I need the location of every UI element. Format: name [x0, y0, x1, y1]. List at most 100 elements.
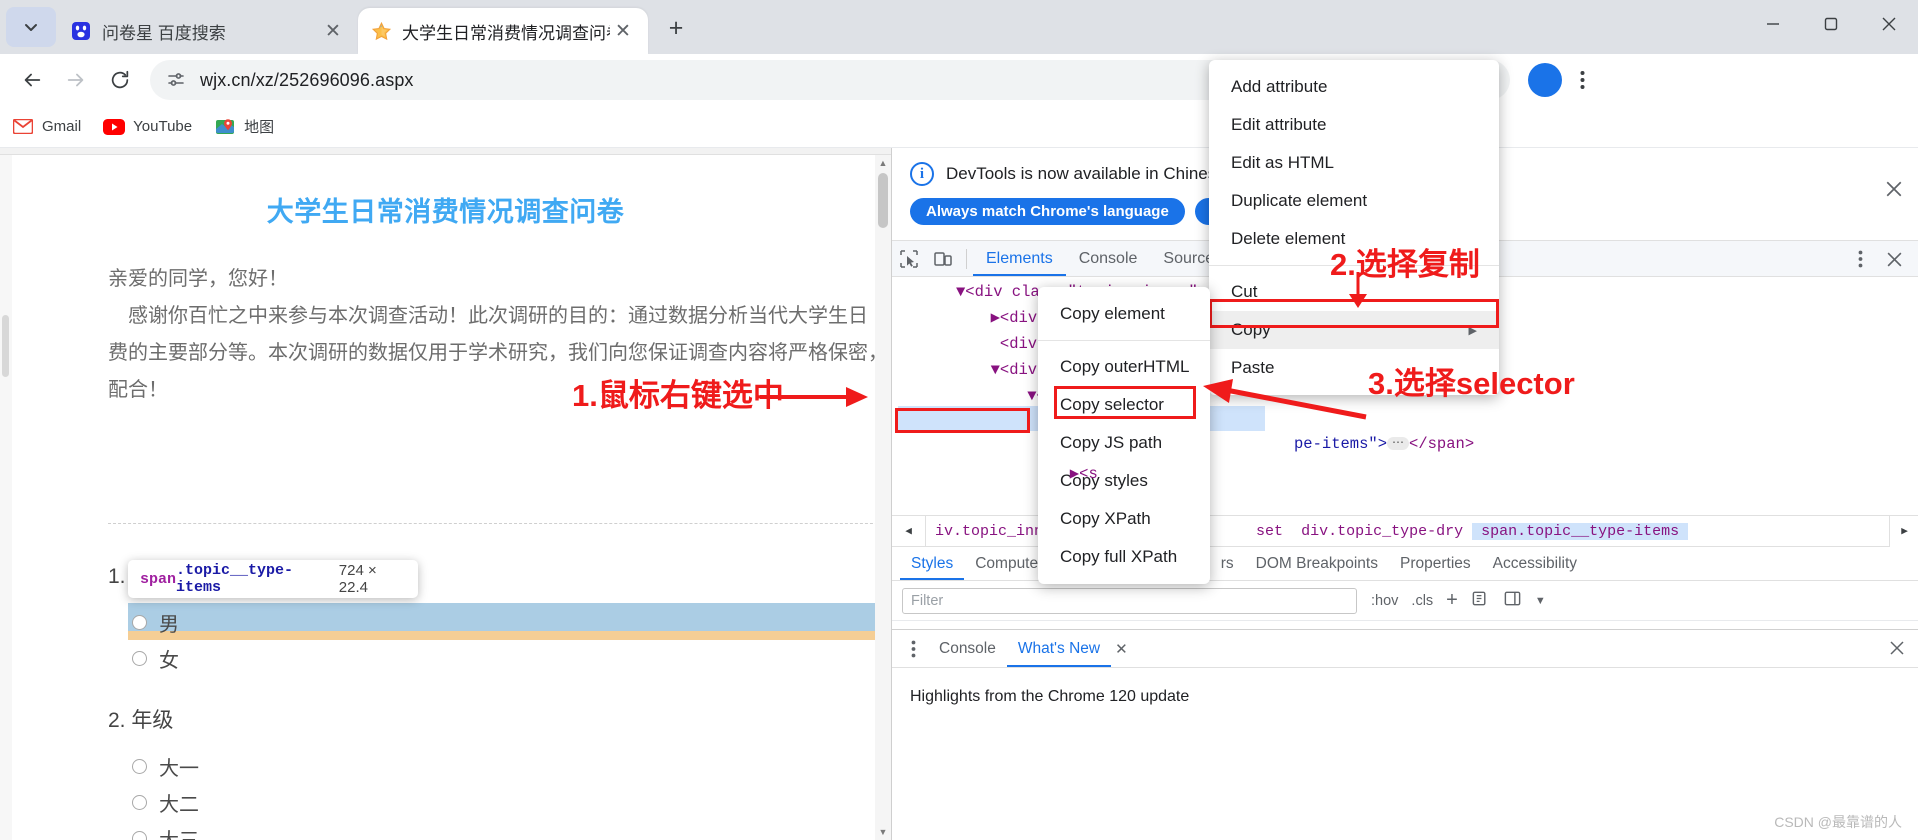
close-window-button[interactable]	[1860, 0, 1918, 48]
q2-option-2[interactable]: 大二	[132, 788, 199, 817]
q2-option-3[interactable]: 大三	[132, 824, 199, 840]
question-label: 年级	[131, 709, 174, 732]
breadcrumb-scroll-left[interactable]: ◀	[892, 515, 926, 547]
menu-item-edit-attribute[interactable]: Edit attribute	[1209, 106, 1499, 144]
bookmark-youtube[interactable]: YouTube	[103, 116, 192, 138]
always-match-language-button[interactable]: Always match Chrome's language	[910, 198, 1185, 225]
bookmark-label: Gmail	[42, 118, 82, 135]
star-icon	[370, 20, 392, 42]
kebab-menu-icon[interactable]	[1562, 60, 1602, 100]
inspector-tooltip: span .topic__type-items 724 × 22.4	[128, 560, 418, 598]
tab-properties[interactable]: Properties	[1389, 547, 1482, 580]
banner-close-icon[interactable]	[1885, 180, 1903, 204]
tab-console[interactable]: Console	[1066, 241, 1151, 276]
q1-option-male[interactable]: 男	[132, 608, 179, 637]
toggle-sidebar-icon[interactable]	[1503, 589, 1522, 612]
more-options-icon[interactable]	[1843, 242, 1877, 276]
breadcrumb-item[interactable]: set	[1247, 523, 1292, 540]
option-label: 大二	[159, 794, 199, 816]
menu-item-add-attribute[interactable]: Add attribute	[1209, 68, 1499, 106]
option-label: 大一	[159, 758, 199, 780]
radio-icon[interactable]	[132, 795, 147, 810]
close-icon[interactable]: ✕	[320, 18, 346, 44]
breadcrumb-scroll-right[interactable]: ▶	[1889, 515, 1918, 547]
annotation-step-3: 3.选择selector	[1368, 366, 1575, 401]
radio-icon[interactable]	[132, 651, 147, 666]
window-controls	[1744, 0, 1918, 48]
menu-item-copy-element[interactable]: Copy element	[1038, 295, 1210, 333]
browser-tab-1[interactable]: 问卷星 百度搜索 ✕	[58, 8, 358, 54]
menu-item-copy-xpath[interactable]: Copy XPath	[1038, 500, 1210, 538]
menu-item-copy-full-xpath[interactable]: Copy full XPath	[1038, 538, 1210, 576]
bookmark-maps[interactable]: 地图	[214, 116, 274, 138]
inspector-tag: span	[140, 570, 177, 588]
drawer-tab-whats-new[interactable]: What's New	[1006, 630, 1112, 667]
styles-scroll-down-icon[interactable]: ▼	[1535, 595, 1546, 607]
new-tab-button[interactable]: +	[658, 10, 694, 46]
scroll-up-arrow[interactable]: ▲	[875, 155, 891, 171]
forward-button[interactable]	[54, 58, 98, 102]
breadcrumb-item[interactable]: div.topic_type-dry	[1292, 523, 1472, 540]
option-label: 大三	[159, 824, 199, 840]
scroll-down-arrow[interactable]: ▼	[875, 824, 891, 840]
tab-layers[interactable]: rs	[1210, 547, 1245, 580]
bookmarks-bar: Gmail YouTube 地图	[0, 106, 1918, 148]
divider	[966, 248, 967, 269]
question-number: 1.	[108, 565, 126, 588]
page-scrollbar[interactable]: ▲ ▼	[875, 155, 891, 840]
annotation-arrow-3	[1203, 379, 1367, 420]
drawer-tab-console[interactable]: Console	[928, 630, 1007, 667]
devtools-element-highlight	[128, 603, 891, 631]
expand-ellipsis-icon[interactable]: ⋯	[1387, 437, 1410, 451]
annotation-box-dom-row	[895, 408, 1030, 433]
reload-button[interactable]	[98, 58, 142, 102]
context-menu-copy-submenu[interactable]: Copy element Copy outerHTML Copy selecto…	[1038, 287, 1210, 584]
bookmark-gmail[interactable]: Gmail	[12, 116, 81, 138]
browser-tab-2[interactable]: 大学生日常消费情况调查问卷 [ ✕	[358, 8, 648, 54]
menu-separator	[1038, 340, 1210, 341]
drawer-more-options-icon[interactable]	[898, 634, 928, 664]
radio-icon[interactable]	[132, 615, 147, 630]
back-button[interactable]	[10, 58, 54, 102]
menu-item-duplicate-element[interactable]: Duplicate element	[1209, 182, 1499, 220]
devtools-margin-highlight	[128, 631, 891, 640]
radio-icon[interactable]	[132, 831, 147, 840]
maximize-button[interactable]	[1802, 0, 1860, 48]
q1-option-female[interactable]: 女	[132, 644, 179, 673]
avatar[interactable]	[1528, 63, 1562, 97]
annotation-step-1: 1.鼠标右键选中	[572, 378, 784, 413]
radio-icon[interactable]	[132, 759, 147, 774]
filter-input[interactable]: Filter	[902, 587, 1357, 614]
new-style-rule-plus-icon[interactable]: +	[1446, 589, 1458, 612]
inspect-element-icon[interactable]	[892, 242, 926, 276]
minimize-button[interactable]	[1744, 0, 1802, 48]
copy-styles-icon[interactable]	[1471, 589, 1490, 612]
annotation-box-copy-selector	[1054, 386, 1196, 419]
close-icon[interactable]: ✕	[610, 18, 636, 44]
menu-item-copy-js-path[interactable]: Copy JS path	[1038, 424, 1210, 462]
drawer-body-text: Highlights from the Chrome 120 update	[910, 688, 1190, 705]
tab-elements[interactable]: Elements	[973, 241, 1066, 276]
tab-styles[interactable]: Styles	[900, 547, 965, 580]
page-title: 大学生日常消费情况调查问卷	[266, 197, 625, 227]
menu-item-copy-outerhtml[interactable]: Copy outerHTML	[1038, 348, 1210, 386]
menu-item-edit-as-html[interactable]: Edit as HTML	[1209, 144, 1499, 182]
site-info-icon[interactable]	[166, 70, 192, 90]
page-viewport: 大学生日常消费情况调查问卷 亲爱的同学，您好！ 感谢你百忙之中来参与本次调查活动…	[0, 148, 891, 840]
drawer-tab-close-icon[interactable]: ✕	[1115, 640, 1128, 658]
q2-option-1[interactable]: 大一	[132, 752, 199, 781]
context-menu-element[interactable]: Add attribute Edit attribute Edit as HTM…	[1209, 60, 1499, 395]
cls-toggle[interactable]: .cls	[1411, 593, 1433, 609]
close-devtools-icon[interactable]	[1877, 242, 1911, 276]
tab-accessibility[interactable]: Accessibility	[1482, 547, 1588, 580]
drawer-close-icon[interactable]	[1889, 640, 1905, 661]
device-toolbar-icon[interactable]	[926, 242, 960, 276]
breadcrumb-item-selected[interactable]: span.topic__type-items	[1472, 522, 1689, 540]
tab-search-button[interactable]	[6, 7, 56, 47]
info-icon: i	[910, 162, 934, 186]
scrollbar-thumb[interactable]	[878, 173, 888, 228]
dom-line-selected[interactable]: ▶<s	[892, 461, 1918, 487]
devtools-drawer: Console What's New ✕ Highlights from the…	[892, 629, 1918, 840]
tab-dom-breakpoints[interactable]: DOM Breakpoints	[1245, 547, 1389, 580]
hov-toggle[interactable]: :hov	[1371, 593, 1398, 609]
